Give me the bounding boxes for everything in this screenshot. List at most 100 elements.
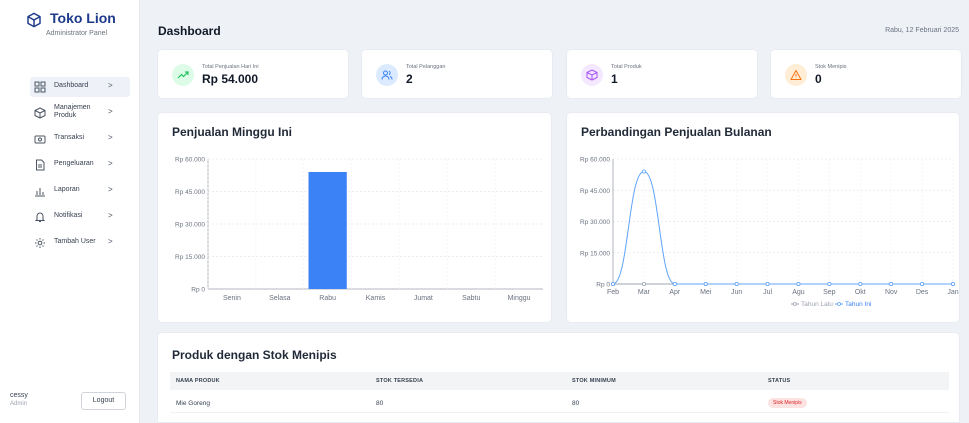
chevron-right-icon: >: [108, 133, 113, 142]
bar-rabu: [308, 172, 347, 289]
sidebar-item-pengeluaran[interactable]: Pengeluaran >: [30, 155, 130, 175]
stat-value: Rp 54.000: [202, 72, 259, 86]
page-title: Dashboard: [158, 24, 221, 38]
sidebar-item-tambah-user[interactable]: Tambah User >: [30, 233, 130, 253]
y-tick-label: Rp 0: [191, 287, 205, 294]
stat-card-stok-menipis: Stok Menipis 0: [770, 49, 962, 99]
x-tick-label: Minggu: [508, 295, 531, 302]
sidebar-nav: Dashboard > Manajemen Produk > Transaksi…: [30, 77, 130, 259]
sidebar-item-label: Pengeluaran: [54, 160, 94, 167]
x-tick-label: Feb: [607, 289, 619, 296]
stat-value: 1: [611, 72, 618, 86]
low-stock-card: Produk dengan Stok Menipis NAMA PRODUK S…: [157, 332, 960, 423]
y-tick-label: Rp 45.000: [175, 189, 205, 196]
sidebar-item-notifikasi[interactable]: Notifikasi >: [30, 207, 130, 227]
brand-subtitle: Administrator Panel: [46, 30, 108, 37]
chevron-right-icon: >: [108, 185, 113, 194]
sidebar-item-label: Laporan: [54, 186, 80, 193]
y-tick-label: Rp 0: [596, 282, 610, 289]
stat-label: Stok Menipis: [815, 64, 847, 70]
y-tick-label: Rp 60.000: [580, 157, 610, 164]
sidebar-item-laporan[interactable]: Laporan >: [30, 181, 130, 201]
x-tick-label: Mei: [700, 289, 712, 296]
x-tick-label: Selasa: [269, 295, 291, 302]
legend-marker-dot: [793, 302, 797, 306]
sidebar-item-label: Transaksi: [54, 134, 85, 141]
transaction-icon: [34, 135, 46, 144]
data-point: [827, 281, 832, 286]
data-point: [796, 281, 801, 286]
user-role: Admin: [10, 401, 28, 407]
logout-button[interactable]: Logout: [81, 392, 126, 410]
sidebar-item-manajemen-produk[interactable]: Manajemen Produk >: [30, 103, 130, 123]
cell-product-name: Mie Goreng: [176, 400, 210, 407]
stat-label: Total Penjualan Hari Ini: [202, 64, 259, 70]
x-tick-label: Okt: [855, 289, 866, 296]
legend-marker-dot: [837, 302, 841, 306]
column-header-nama-produk[interactable]: NAMA PRODUK: [176, 378, 220, 384]
column-header-stok-tersedia[interactable]: STOK TERSEDIA: [376, 378, 423, 384]
data-point: [765, 281, 770, 286]
data-point: [889, 281, 894, 286]
x-tick-label: Mar: [638, 289, 651, 296]
x-tick-label: Jumat: [414, 295, 433, 302]
status-badge: Stok Menipis: [768, 398, 807, 408]
y-tick-label: Rp 30.000: [580, 219, 610, 226]
box-logo-icon: [27, 12, 41, 28]
series-line-tahun-ini: [612, 170, 953, 285]
table-title: Produk dengan Stok Menipis: [172, 348, 337, 362]
gear-icon: [35, 238, 45, 248]
stat-label: Total Pelanggan: [406, 64, 446, 70]
stat-value: 0: [815, 72, 822, 86]
dashboard-grid-icon: [34, 81, 46, 93]
chevron-right-icon: >: [108, 211, 113, 220]
x-tick-label: Agu: [792, 289, 805, 296]
stat-label: Total Produk: [611, 64, 642, 70]
y-tick-label: Rp 30.000: [175, 222, 205, 229]
chevron-right-icon: >: [108, 107, 113, 116]
x-tick-label: Apr: [669, 289, 681, 296]
y-tick-label: Rp 60.000: [175, 157, 205, 164]
x-tick-label: Jul: [763, 289, 772, 296]
data-point: [611, 281, 616, 286]
bar-chart-icon: [35, 188, 45, 197]
data-point: [920, 281, 925, 286]
monthly-sales-chart-card: Perbandingan Penjualan Bulanan Rp 60.000…: [566, 112, 960, 323]
data-point: [641, 281, 646, 286]
sidebar-item-label: Dashboard: [54, 82, 89, 89]
warning-icon: [785, 64, 807, 86]
column-header-stok-minimum[interactable]: STOK MINIMUM: [572, 378, 616, 384]
chevron-right-icon: >: [108, 237, 113, 246]
sidebar: Toko Lion Administrator Panel Dashboard …: [0, 0, 140, 423]
monthly-sales-chart: Rp 60.000 Rp 45.000 Rp 30.000 Rp 15.000 Rp 0…: [580, 157, 959, 309]
x-tick-label: Kamis: [366, 295, 386, 302]
sidebar-item-label: Manajemen Produk: [54, 104, 91, 119]
y-tick-label: Rp 45.000: [580, 188, 610, 195]
trend-up-icon: [172, 64, 194, 86]
brand: Toko Lion Administrator Panel: [26, 10, 136, 50]
box-icon: [34, 107, 46, 119]
sidebar-item-transaksi[interactable]: Transaksi >: [30, 129, 130, 149]
y-tick-label: Rp 15.000: [580, 250, 610, 257]
x-tick-label: Jan: [947, 289, 958, 296]
column-header-status[interactable]: STATUS: [768, 378, 790, 384]
x-tick-label: Sep: [823, 289, 836, 296]
cell-stock-minimum: 80: [572, 400, 580, 407]
stat-value: 2: [406, 72, 413, 86]
user-name: cessy: [10, 392, 28, 399]
x-tick-label: Sabtu: [462, 295, 480, 302]
table-row[interactable]: Mie Goreng 80 80 Stok Menipis: [170, 393, 949, 413]
sidebar-item-label: Notifikasi: [54, 212, 83, 219]
legend-label-tahun-lalu: Tahun Lalu: [801, 301, 833, 308]
data-point: [672, 281, 677, 286]
data-point: [734, 281, 739, 286]
sidebar-item-dashboard[interactable]: Dashboard >: [30, 77, 130, 97]
sidebar-item-label: Tambah User: [54, 238, 96, 245]
weekly-sales-chart-card: Penjualan Minggu Ini Rp 60.000 Rp 45.000 R…: [157, 112, 552, 323]
weekly-sales-chart: Rp 60.000 Rp 45.000 Rp 30.000 Rp 15.000 Rp 0…: [175, 157, 543, 302]
x-tick-label: Rabu: [319, 295, 336, 302]
current-date: Rabu, 12 Februari 2025: [885, 27, 959, 34]
chevron-right-icon: >: [108, 81, 113, 90]
user-panel: cessy Admin Logout: [10, 392, 135, 416]
data-point: [950, 281, 955, 286]
